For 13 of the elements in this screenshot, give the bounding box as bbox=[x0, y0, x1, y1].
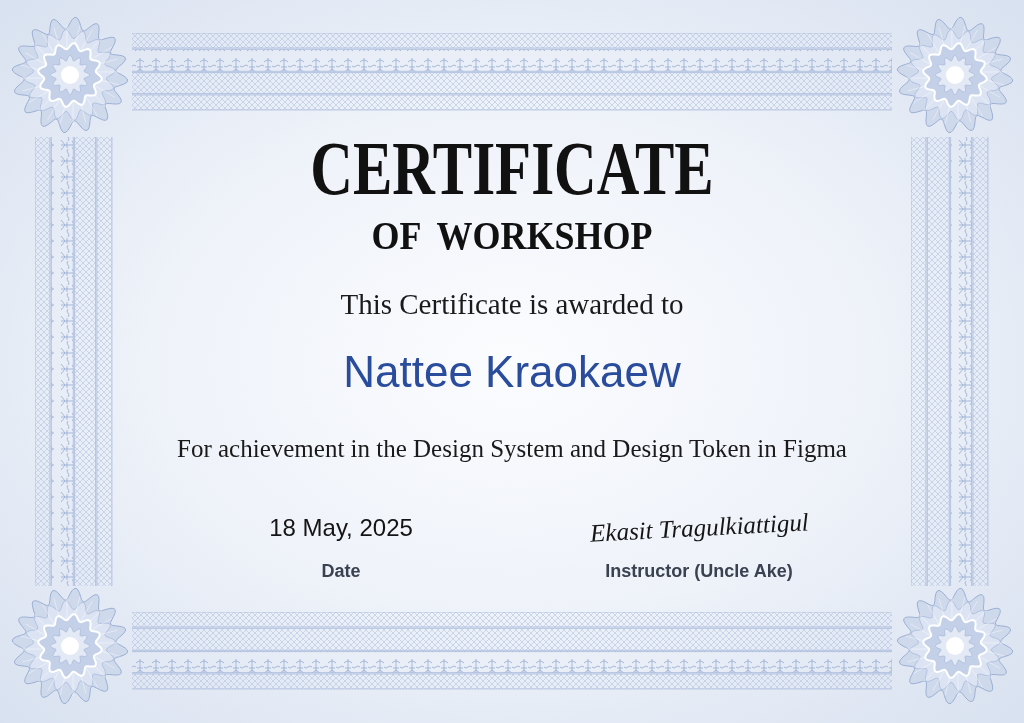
rosette-icon bbox=[10, 15, 130, 135]
certificate-subtitle: OF WORKSHOP bbox=[371, 216, 653, 256]
recipient-name: Nattee Kraokaew bbox=[343, 350, 681, 394]
date-text: 18 May, 2025 bbox=[269, 516, 413, 540]
achievement-description: For achievement in the Design System and Design Token in Figma bbox=[177, 436, 847, 461]
award-intro-text: This Certificate is awarded to bbox=[340, 290, 684, 319]
rosette-icon bbox=[895, 15, 1015, 135]
instructor-label: Instructor (Uncle Ake) bbox=[605, 562, 793, 580]
rosette-icon bbox=[895, 586, 1015, 706]
date-label: Date bbox=[321, 562, 361, 580]
signature-text: Ekasit Tragulkiattigul bbox=[589, 509, 809, 546]
rosette-icon bbox=[10, 586, 130, 706]
certificate-title: CERTIFICATE bbox=[310, 130, 714, 207]
